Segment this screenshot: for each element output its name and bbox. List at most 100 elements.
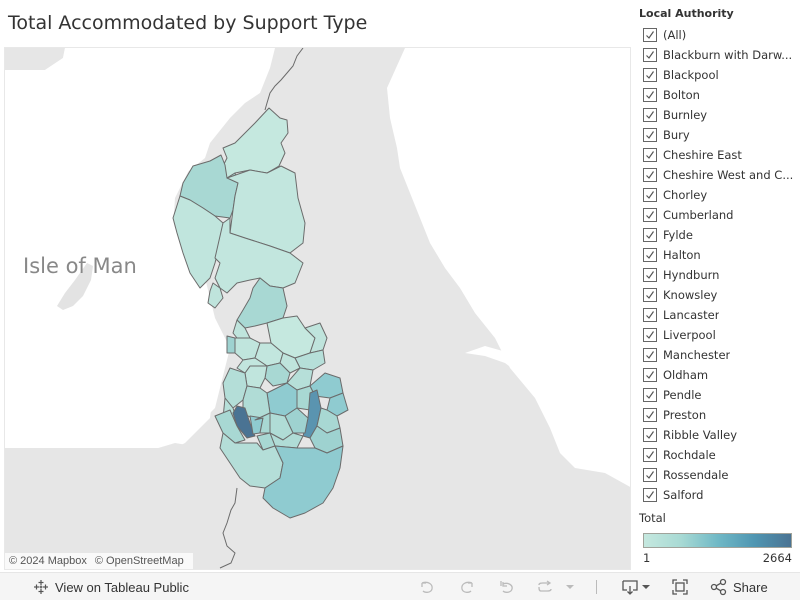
filter-checkbox[interactable]	[643, 488, 657, 502]
filter-checkbox[interactable]	[643, 348, 657, 362]
download-button[interactable]	[621, 578, 651, 596]
checkmark-icon	[646, 431, 654, 439]
filter-checkbox[interactable]	[643, 328, 657, 342]
filter-checkbox[interactable]	[643, 88, 657, 102]
filter-item[interactable]: Cumberland	[643, 205, 800, 225]
tableau-toolbar: View on Tableau Public Share	[0, 572, 800, 600]
checkmark-icon	[646, 131, 654, 139]
openstreetmap-attribution[interactable]: © OpenStreetMap	[95, 555, 184, 567]
filter-item[interactable]: Knowsley	[643, 285, 800, 305]
filter-checkbox[interactable]	[643, 168, 657, 182]
filter-item[interactable]: Liverpool	[643, 325, 800, 345]
filter-checkbox[interactable]	[643, 188, 657, 202]
filter-item[interactable]: Ribble Valley	[643, 425, 800, 445]
filter-item[interactable]: Hyndburn	[643, 265, 800, 285]
redo-button[interactable]	[458, 578, 476, 596]
filter-checkbox[interactable]	[643, 228, 657, 242]
filter-checkbox[interactable]	[643, 288, 657, 302]
filter-item-label: Halton	[663, 248, 701, 262]
share-icon	[710, 578, 727, 596]
filter-item-label: Bury	[663, 128, 690, 142]
filter-item[interactable]: Bury	[643, 125, 800, 145]
filter-item-label: Oldham	[663, 368, 709, 382]
checkmark-icon	[646, 351, 654, 359]
refresh-dropdown-button[interactable]	[566, 578, 574, 596]
filter-checkbox[interactable]	[643, 108, 657, 122]
filter-checkbox[interactable]	[643, 208, 657, 222]
filter-item[interactable]: (All)	[643, 25, 800, 45]
filter-item-label: Cheshire West and C...	[663, 168, 794, 182]
filter-item[interactable]: Blackburn with Darw...	[643, 45, 800, 65]
filter-item-label: Bolton	[663, 88, 700, 102]
fullscreen-icon	[672, 579, 688, 595]
fullscreen-button[interactable]	[671, 578, 689, 596]
filter-item[interactable]: Preston	[643, 405, 800, 425]
filter-item[interactable]: Cheshire East	[643, 145, 800, 165]
filter-item-label: Cumberland	[663, 208, 734, 222]
view-on-tableau-public-label: View on Tableau Public	[55, 579, 189, 595]
filter-item[interactable]: Rochdale	[643, 445, 800, 465]
checkmark-icon	[646, 291, 654, 299]
filter-item[interactable]: Pendle	[643, 385, 800, 405]
filter-item[interactable]: Lancaster	[643, 305, 800, 325]
filter-item[interactable]: Oldham	[643, 365, 800, 385]
checkmark-icon	[646, 171, 654, 179]
region-blackpool[interactable]	[226, 335, 236, 354]
undo-button[interactable]	[418, 578, 436, 596]
checkmark-icon	[646, 371, 654, 379]
filter-item[interactable]: Salford	[643, 485, 800, 505]
checkmark-icon	[646, 451, 654, 459]
filter-item[interactable]: Halton	[643, 245, 800, 265]
map-view[interactable]: Isle of Man © 2024 Mapbox © OpenStreetMa…	[4, 47, 631, 570]
filter-item-label: Lancaster	[663, 308, 720, 322]
filter-checkbox[interactable]	[643, 248, 657, 262]
filter-checkbox[interactable]	[643, 408, 657, 422]
filter-item-label: Fylde	[663, 228, 693, 242]
checkmark-icon	[646, 251, 654, 259]
share-button[interactable]: Share	[710, 578, 768, 596]
checkmark-icon	[646, 331, 654, 339]
filter-item[interactable]: Manchester	[643, 345, 800, 365]
filter-item[interactable]: Chorley	[643, 185, 800, 205]
filter-checkbox[interactable]	[643, 388, 657, 402]
dashboard: Total Accommodated by Support Type Isle …	[0, 0, 800, 600]
mapbox-attribution[interactable]: © 2024 Mapbox	[9, 555, 87, 567]
filter-checkbox[interactable]	[643, 28, 657, 42]
filter-item-label: Pendle	[663, 388, 702, 402]
filter-checkbox[interactable]	[643, 48, 657, 62]
checkmark-icon	[646, 491, 654, 499]
toolbar-separator	[596, 580, 597, 594]
filter-checkbox[interactable]	[643, 268, 657, 282]
local-authority-filter[interactable]: (All) Blackburn with Darw... Blackpool Bolt…	[643, 25, 800, 505]
filter-item[interactable]: Rossendale	[643, 465, 800, 485]
checkmark-icon	[646, 151, 654, 159]
revert-button[interactable]	[498, 578, 516, 596]
filter-item[interactable]: Cheshire West and C...	[643, 165, 800, 185]
filter-item[interactable]: Bolton	[643, 85, 800, 105]
refresh-button[interactable]	[535, 578, 555, 596]
filter-item[interactable]: Burnley	[643, 105, 800, 125]
filter-checkbox[interactable]	[643, 68, 657, 82]
revert-icon	[500, 581, 513, 593]
checkmark-icon	[646, 91, 654, 99]
filter-checkbox[interactable]	[643, 368, 657, 382]
filter-checkbox[interactable]	[643, 308, 657, 322]
filter-item-label: Ribble Valley	[663, 428, 738, 442]
checkmark-icon	[646, 111, 654, 119]
filter-checkbox[interactable]	[643, 468, 657, 482]
filter-item-label: Rochdale	[663, 448, 716, 462]
view-on-tableau-public-link[interactable]: View on Tableau Public	[33, 579, 189, 595]
color-legend-gradient	[643, 533, 792, 548]
legend-max-value: 2664	[762, 551, 792, 565]
checkmark-icon	[646, 31, 654, 39]
filter-item[interactable]: Fylde	[643, 225, 800, 245]
tableau-logo-icon	[34, 580, 48, 594]
map-canvas[interactable]	[5, 48, 631, 570]
filter-checkbox[interactable]	[643, 128, 657, 142]
filter-item[interactable]: Blackpool	[643, 65, 800, 85]
isle-of-man-label: Isle of Man	[23, 254, 137, 278]
filter-checkbox[interactable]	[643, 428, 657, 442]
filter-item-label: Cheshire East	[663, 148, 742, 162]
filter-checkbox[interactable]	[643, 148, 657, 162]
filter-checkbox[interactable]	[643, 448, 657, 462]
